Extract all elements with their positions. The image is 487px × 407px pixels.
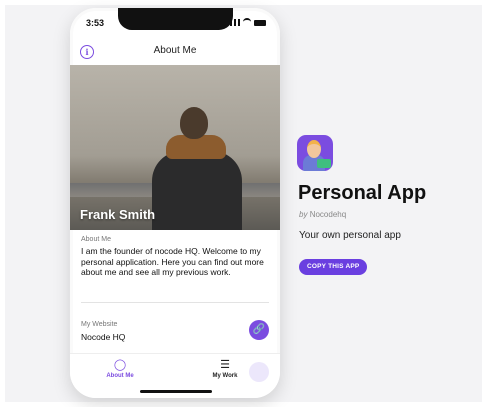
status-time: 3:53 (86, 18, 105, 28)
by-prefix: by (299, 210, 308, 219)
link-button[interactable]: 🔗 (249, 320, 269, 340)
profile-hero-image: Frank Smith (70, 65, 280, 230)
floating-button-shadow (249, 362, 269, 382)
phone-notch (118, 8, 233, 30)
app-icon-laptop (317, 159, 331, 168)
phone-preview: 3:53 i About Me Frank Smith About Me I a… (70, 8, 280, 398)
page-title: About Me (153, 45, 197, 56)
copy-app-button[interactable]: COPY THIS APP (299, 259, 368, 275)
wifi-icon (243, 18, 251, 27)
divider (81, 302, 269, 303)
author-name[interactable]: Nocodehq (310, 210, 346, 219)
profile-name: Frank Smith (80, 207, 156, 222)
app-icon (297, 135, 333, 171)
home-indicator (140, 390, 212, 393)
battery-icon (254, 19, 266, 26)
website-value: Nocode HQ (81, 332, 126, 342)
list-icon: ☰ (220, 359, 230, 371)
link-icon: 🔗 (252, 324, 266, 335)
tab-bar: ◯ About Me ☰ My Work (70, 353, 280, 398)
status-icons (230, 18, 266, 27)
about-label: About Me (81, 236, 111, 243)
status-bar: 3:53 (70, 8, 280, 36)
tab-my-work[interactable]: ☰ My Work (195, 358, 255, 379)
hero-person-head (180, 107, 208, 139)
tab-label: My Work (212, 373, 238, 379)
app-author: by Nocodehq (299, 210, 346, 219)
signal-icon (230, 19, 240, 26)
award-icon: ◯ (113, 359, 127, 371)
app-title: Personal App (298, 182, 427, 204)
hero-person-body (152, 151, 242, 230)
app-icon-person-face (307, 140, 321, 158)
tab-about-me[interactable]: ◯ About Me (90, 358, 150, 379)
app-description: Your own personal app (299, 230, 401, 241)
tab-label: About Me (106, 373, 134, 379)
app-header: i About Me (70, 42, 280, 64)
website-label: My Website (81, 321, 118, 328)
about-text: I am the founder of nocode HQ. Welcome t… (81, 246, 264, 277)
